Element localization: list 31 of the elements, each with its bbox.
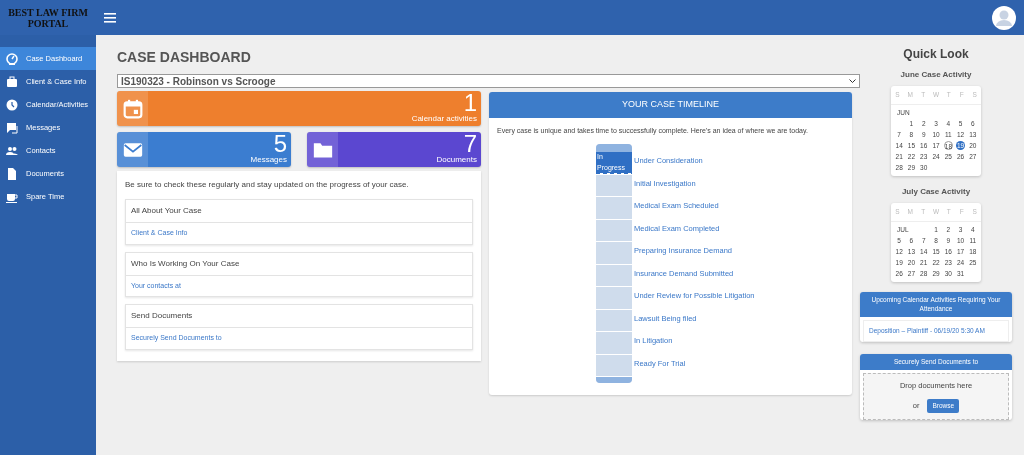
tile-label: Messages xyxy=(249,156,287,164)
bar-end-cap xyxy=(596,144,632,152)
tile-count: 1 xyxy=(462,91,477,115)
quick-look-title: Quick Look xyxy=(902,46,970,63)
tile-label: Documents xyxy=(435,156,477,164)
stat-tile[interactable]: 5 Messages xyxy=(117,132,291,167)
calendar-title: July Case Activity xyxy=(900,185,972,198)
calendar-icon xyxy=(122,98,143,119)
calendar-title: June Case Activity xyxy=(899,69,973,81)
avatar-icon[interactable] xyxy=(992,5,1016,30)
tile-count: 5 xyxy=(272,132,287,156)
tile-count: 7 xyxy=(462,132,477,156)
portal-logo-text: BEST LAW FIRM PORTAL xyxy=(7,6,89,29)
tile-label: Calendar activities xyxy=(410,115,477,123)
bar-end-cap xyxy=(596,377,632,383)
panel-intro-text: Be sure to check these regularly and stay updated on the progress of your case. xyxy=(124,179,410,191)
people-icon xyxy=(6,144,18,157)
page-title: CASE DASHBOARD xyxy=(117,48,252,67)
file-icon xyxy=(6,167,18,180)
briefcase-icon xyxy=(6,75,18,88)
section-heading: Send Documents xyxy=(126,305,472,328)
menu-icon[interactable] xyxy=(104,12,116,23)
case-select[interactable]: IS190323 - Robinson vs Scrooge xyxy=(117,74,860,88)
section-heading: All About Your Case xyxy=(126,200,472,223)
clock-icon xyxy=(6,98,18,111)
gauge-icon xyxy=(6,52,18,65)
caret-icon xyxy=(849,78,856,84)
section-heading: Who Is Working On Your Case xyxy=(126,252,472,276)
timeline-header: YOUR CASE TIMELINE xyxy=(489,92,852,118)
stat-tile[interactable]: 7 Documents xyxy=(307,132,481,167)
chat-icon xyxy=(6,121,18,134)
